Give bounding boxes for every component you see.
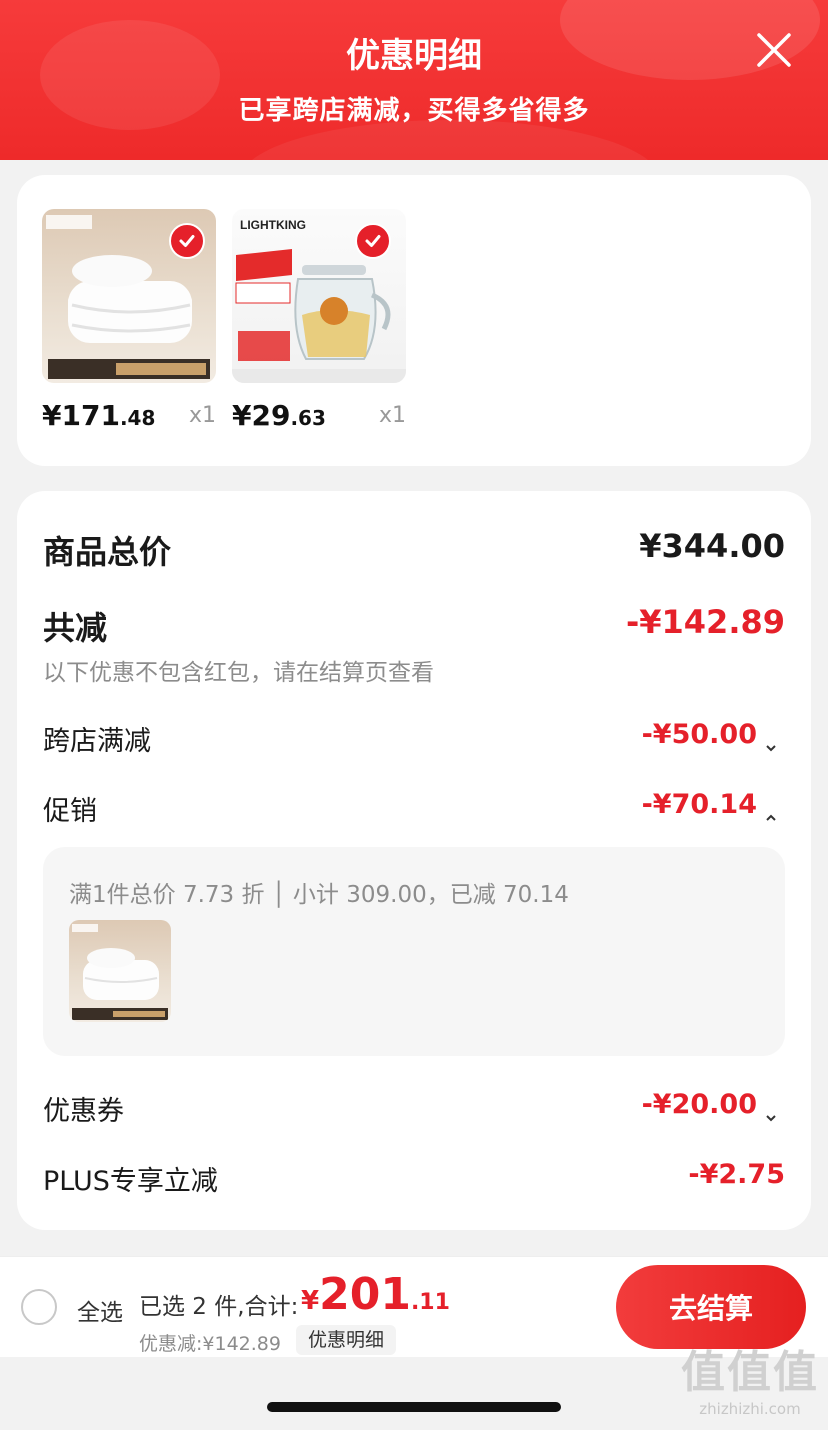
- product-quantity: x1: [378, 403, 406, 428]
- product-quantity: x1: [188, 403, 216, 428]
- close-icon[interactable]: [752, 28, 796, 72]
- selected-check-icon[interactable]: [355, 223, 391, 259]
- header: 优惠明细 已享跨店满减，买得多省得多: [0, 0, 828, 160]
- product-card: ¥171.48 x1 LIGHTKING ¥29.63 x1: [17, 175, 811, 466]
- discount-amount: 优惠减:¥142.89: [139, 1333, 281, 1355]
- select-all-radio[interactable]: [21, 1289, 57, 1325]
- promotion-value: -¥70.14: [642, 789, 777, 821]
- product-price: ¥29.63: [232, 399, 326, 432]
- total-amount: ¥201.11: [301, 1269, 450, 1320]
- reduction-note: 以下优惠不包含红包，请在结算页查看: [43, 660, 434, 686]
- promotion-label: 促销: [43, 796, 97, 827]
- product-item[interactable]: LIGHTKING ¥29.63 x1: [232, 209, 406, 432]
- selected-summary: 已选 2 件,合计:: [139, 1294, 299, 1320]
- select-all-label[interactable]: 全选: [77, 1293, 123, 1327]
- page-title: 优惠明细: [346, 36, 482, 76]
- product-item[interactable]: ¥171.48 x1: [42, 209, 216, 432]
- watermark: 值值值 zhizhizhi.com: [681, 1347, 819, 1418]
- selected-check-icon[interactable]: [169, 223, 205, 259]
- plus-discount-value: -¥2.75: [688, 1159, 785, 1190]
- product-price: ¥171.48: [42, 399, 156, 432]
- promotion-detail-text: 满1件总价 7.73 折 │ 小计 309.00，已减 70.14: [69, 882, 569, 908]
- discount-detail-button[interactable]: 优惠明细: [296, 1325, 397, 1355]
- home-indicator[interactable]: [267, 1402, 561, 1412]
- total-reduction-value: -¥142.89: [625, 603, 785, 641]
- total-price-value: ¥344.00: [639, 527, 785, 565]
- quilt-image[interactable]: [69, 920, 171, 1022]
- total-price-label: 商品总价: [43, 533, 172, 571]
- chevron-up-icon[interactable]: [765, 800, 777, 821]
- quilt-image: [42, 209, 216, 383]
- cross-store-value: -¥50.00: [642, 719, 777, 751]
- page-subtitle: 已享跨店满减，买得多省得多: [238, 96, 590, 126]
- teapot-image: LIGHTKING: [232, 209, 406, 383]
- total-reduction-label: 共减: [43, 609, 108, 647]
- plus-discount-label: PLUS专享立减: [43, 1166, 218, 1197]
- promotion-detail-panel: 满1件总价 7.73 折 │ 小计 309.00，已减 70.14: [43, 847, 785, 1056]
- checkout-button[interactable]: 去结算: [616, 1265, 806, 1349]
- chevron-down-icon[interactable]: [765, 1100, 777, 1121]
- coupon-value: -¥20.00: [642, 1089, 777, 1121]
- chevron-down-icon[interactable]: [765, 730, 777, 751]
- coupon-label: 优惠券: [43, 1096, 124, 1127]
- discount-detail-card: 商品总价 ¥344.00 共减 -¥142.89 以下优惠不包含红包，请在结算页…: [17, 491, 811, 1230]
- brand-logo: LIGHTKING: [240, 218, 306, 232]
- cross-store-label: 跨店满减: [43, 726, 151, 757]
- checkout-bar: 全选 已选 2 件,合计: ¥201.11 优惠减:¥142.89 优惠明细 去…: [0, 1256, 828, 1357]
